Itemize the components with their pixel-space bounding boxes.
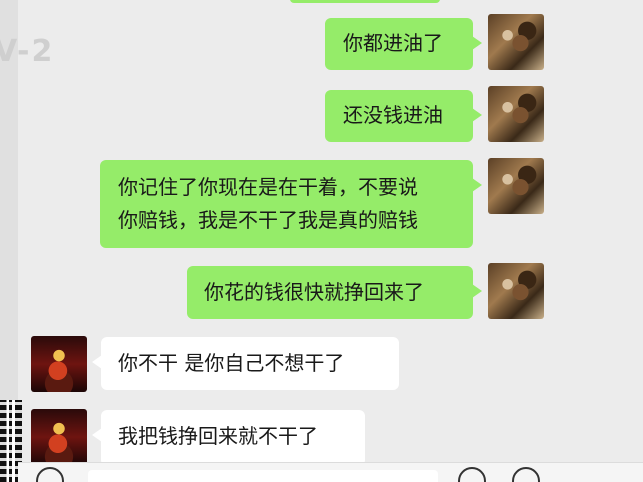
chat-window: V-2 你都进油了 还没钱进油 你记住了你现在是在干着，不要说 你赔钱，我是不干…	[0, 0, 643, 482]
message-text: 你记住了你现在是在干着，不要说	[118, 175, 418, 199]
avatar[interactable]	[488, 14, 544, 70]
message-text: 你赔钱，我是不干了我是真的赔钱	[118, 208, 418, 232]
message-text: 我把钱挣回来就不干了	[118, 424, 318, 448]
message-text: 你花的钱很快就挣回来了	[204, 280, 424, 304]
message-bubble-sent[interactable]: 你花的钱很快就挣回来了	[187, 266, 482, 319]
avatar[interactable]	[488, 86, 544, 142]
message-text: 你不干 是你自己不想干了	[118, 351, 345, 375]
message-bubble-received[interactable]: 我把钱挣回来就不干了	[92, 410, 365, 466]
message-text: 你都进油了	[343, 31, 443, 55]
message-bubble-sent[interactable]: 你都进油了	[325, 18, 482, 70]
avatar[interactable]	[488, 263, 544, 319]
message-input[interactable]	[88, 470, 438, 482]
previous-message-bubble	[290, 0, 440, 3]
avatar[interactable]	[31, 336, 87, 392]
avatar[interactable]	[31, 409, 87, 465]
message-bubble-received[interactable]: 你不干 是你自己不想干了	[92, 337, 399, 390]
message-bubble-sent[interactable]: 你记住了你现在是在干着，不要说 你赔钱，我是不干了我是真的赔钱	[100, 160, 482, 248]
watermark: V-2	[0, 34, 55, 69]
avatar[interactable]	[488, 158, 544, 214]
message-text: 还没钱进油	[343, 103, 443, 127]
message-bubble-sent[interactable]: 还没钱进油	[325, 90, 482, 142]
